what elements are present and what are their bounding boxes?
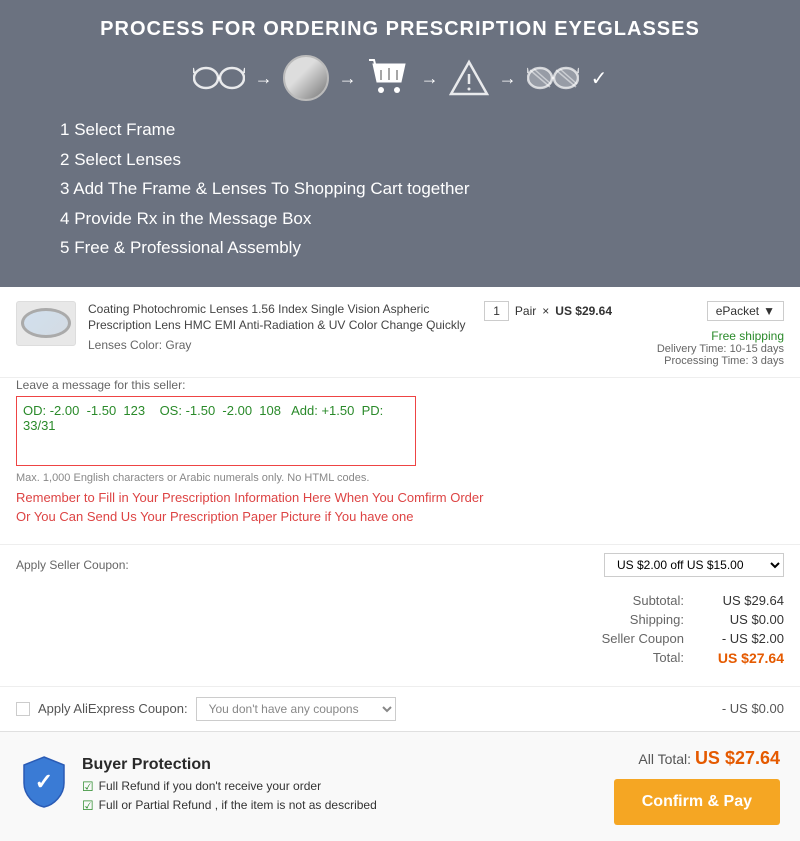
total-row: Total: US $27.64 xyxy=(16,650,784,666)
step-icon-lens xyxy=(283,55,329,101)
subtotal-value: US $29.64 xyxy=(704,593,784,608)
ali-coupon-label: Apply AliExpress Coupon: xyxy=(38,701,188,716)
protection-title: Buyer Protection xyxy=(82,756,377,774)
protection-text: Buyer Protection ☑ Full Refund if you do… xyxy=(82,756,377,817)
delivery-time: Delivery Time: 10-15 days xyxy=(624,343,784,355)
ali-coupon-row: Apply AliExpress Coupon: You don't have … xyxy=(0,686,800,731)
shipping-label: Shipping: xyxy=(604,612,684,627)
step-list-item-1: 1 Select Frame xyxy=(60,117,740,143)
steps-list: 1 Select Frame 2 Select Lenses 3 Add The… xyxy=(60,117,740,261)
step-list-item-2: 2 Select Lenses xyxy=(60,147,740,173)
message-hint: Max. 1,000 English characters or Arabic … xyxy=(16,472,784,484)
qty-pair: 1 Pair × US $29.64 xyxy=(484,301,612,321)
buyer-protection: ✓ Buyer Protection ☑ Full Refund if you … xyxy=(20,756,377,817)
item-qty-price: 1 Pair × US $29.64 xyxy=(484,301,612,321)
shipping-method-select[interactable]: ePacket ▼ xyxy=(707,301,784,321)
seller-coupon-label: Seller Coupon xyxy=(602,631,684,646)
seller-coupon-value: - US $2.00 xyxy=(704,631,784,646)
seller-coupon-row: Seller Coupon - US $2.00 xyxy=(16,631,784,646)
svg-text:✓: ✓ xyxy=(35,769,53,794)
step-icon-glasses xyxy=(193,63,245,93)
reminder-text-1: Remember to Fill in Your Prescription In… xyxy=(16,490,784,505)
seller-coupon-select[interactable]: US $2.00 off US $15.00 xyxy=(604,553,784,577)
coupon-label: Apply Seller Coupon: xyxy=(16,558,129,572)
item-image xyxy=(16,301,76,346)
item-name: Coating Photochromic Lenses 1.56 Index S… xyxy=(88,301,472,335)
message-section: Leave a message for this seller: OD: -2.… xyxy=(0,378,800,544)
ali-coupon-checkbox[interactable] xyxy=(16,702,30,716)
bottom-section: ✓ Buyer Protection ☑ Full Refund if you … xyxy=(0,731,800,841)
step-list-item-5: 5 Free & Professional Assembly xyxy=(60,235,740,261)
all-total-amount: US $27.64 xyxy=(695,748,780,768)
header-banner: PROCESS FOR ORDERING PRESCRIPTION EYEGLA… xyxy=(0,0,800,287)
all-total: All Total: US $27.64 xyxy=(638,748,780,769)
free-shipping-label: Free shipping xyxy=(624,329,784,343)
step-icon-cart xyxy=(367,56,411,100)
check-icon-1: ☑ xyxy=(82,779,94,795)
item-price: US $29.64 xyxy=(555,304,612,318)
message-label: Leave a message for this seller: xyxy=(16,378,784,392)
seller-message-input[interactable]: OD: -2.00 -1.50 123 OS: -1.50 -2.00 108 … xyxy=(16,396,416,466)
protection-item-1: ☑ Full Refund if you don't receive your … xyxy=(82,779,377,795)
shipping-value: US $0.00 xyxy=(704,612,784,627)
reminder-text-2: Or You Can Send Us Your Prescription Pap… xyxy=(16,509,784,524)
checkmark-icon: ✓ xyxy=(591,66,608,91)
arrow-1: → xyxy=(255,68,273,89)
coupon-row: Apply Seller Coupon: US $2.00 off US $15… xyxy=(0,544,800,585)
step-list-item-3: 3 Add The Frame & Lenses To Shopping Car… xyxy=(60,176,740,202)
ali-coupon-select[interactable]: You don't have any coupons xyxy=(196,697,396,721)
order-item-row: Coating Photochromic Lenses 1.56 Index S… xyxy=(0,287,800,378)
shipping-row: Shipping: US $0.00 xyxy=(16,612,784,627)
total-value: US $27.64 xyxy=(704,650,784,666)
processing-time: Processing Time: 3 days xyxy=(624,355,784,367)
main-content: Coating Photochromic Lenses 1.56 Index S… xyxy=(0,287,800,841)
lens-thumbnail xyxy=(21,308,71,338)
item-shipping-info: ePacket ▼ Free shipping Delivery Time: 1… xyxy=(624,301,784,367)
subtotal-label: Subtotal: xyxy=(604,593,684,608)
arrow-4: → xyxy=(499,68,517,89)
item-details: Coating Photochromic Lenses 1.56 Index S… xyxy=(88,301,472,353)
subtotal-row: Subtotal: US $29.64 xyxy=(16,593,784,608)
dropdown-arrow-icon: ▼ xyxy=(763,304,775,318)
page-title: PROCESS FOR ORDERING PRESCRIPTION EYEGLA… xyxy=(30,18,770,41)
confirm-pay-button[interactable]: Confirm & Pay xyxy=(614,779,780,825)
total-label: Total: xyxy=(604,650,684,666)
step-icon-glasses-striped xyxy=(527,63,579,93)
step-icon-triangle xyxy=(449,58,489,98)
quantity-box[interactable]: 1 xyxy=(484,301,509,321)
totals-section: Subtotal: US $29.64 Shipping: US $0.00 S… xyxy=(0,585,800,686)
steps-icons-row: → → → → xyxy=(30,55,770,101)
item-color: Lenses Color: Gray xyxy=(88,338,472,352)
step-list-item-4: 4 Provide Rx in the Message Box xyxy=(60,206,740,232)
ali-coupon-amount: - US $0.00 xyxy=(722,701,784,716)
confirm-section: All Total: US $27.64 Confirm & Pay xyxy=(614,748,780,825)
arrow-3: → xyxy=(421,68,439,89)
arrow-2: → xyxy=(339,68,357,89)
